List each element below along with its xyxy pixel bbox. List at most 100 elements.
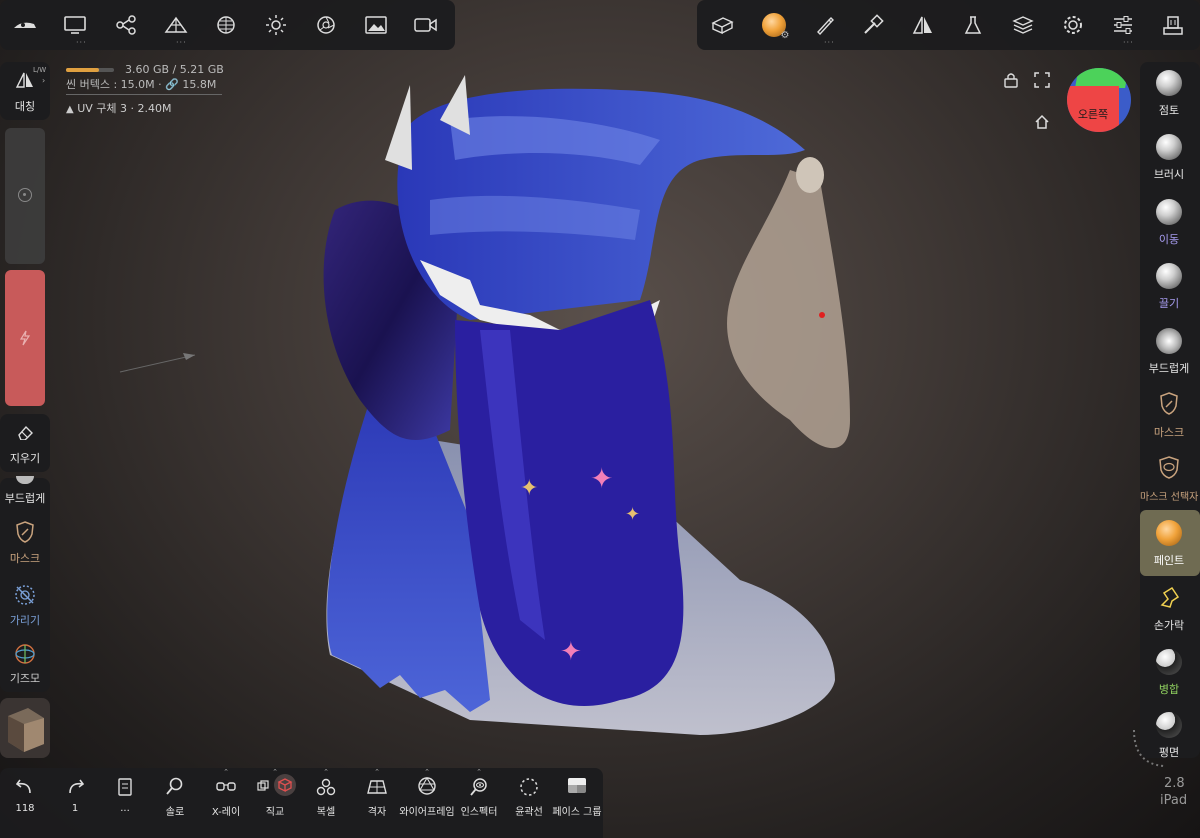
- hide-tool[interactable]: 가리기: [0, 577, 50, 633]
- video-icon[interactable]: [411, 12, 441, 38]
- share-icon[interactable]: [111, 12, 141, 38]
- voxel-button[interactable]: ⌃ 복셀: [305, 768, 347, 830]
- tool-clay[interactable]: 점토: [1140, 62, 1198, 124]
- brush-more[interactable]: ···: [824, 38, 835, 47]
- tool-smooth[interactable]: 부드럽게: [1140, 320, 1198, 382]
- corner-arc-icon: [1133, 729, 1165, 767]
- hide-label: 가리기: [9, 614, 41, 627]
- tool-mask-label: 마스크: [1153, 426, 1185, 439]
- brush-icon[interactable]: [809, 12, 839, 38]
- menu-icon: [118, 778, 132, 796]
- image-icon[interactable]: [361, 12, 391, 38]
- display-more[interactable]: ···: [76, 38, 87, 47]
- wireframe-button[interactable]: ⌃ 와이어프레임: [398, 768, 456, 830]
- flask-icon[interactable]: [958, 12, 988, 38]
- object-thumbnail[interactable]: [0, 698, 50, 758]
- view-cube[interactable]: 오른쪽: [1067, 68, 1131, 132]
- tool-clay-label: 점토: [1158, 104, 1180, 117]
- ortho-cube-icon: [274, 774, 296, 796]
- intensity-slider[interactable]: [5, 270, 45, 406]
- mesh-small-icon: ▲: [66, 104, 74, 115]
- ortho-copy-icon: [257, 780, 269, 791]
- wireframe-icon: [418, 776, 436, 795]
- object-info: ▲ UV 구체 3 · 2.40M: [66, 102, 172, 115]
- tube-icon[interactable]: [858, 12, 888, 38]
- xray-button[interactable]: ⌃ X-레이: [205, 768, 247, 830]
- outline-button[interactable]: 윤곽선: [508, 768, 550, 830]
- inspector-label: 인스펙터: [460, 807, 498, 818]
- settings-icon[interactable]: [1058, 12, 1088, 38]
- tool-merge-label: 병합: [1158, 683, 1180, 696]
- mask-selector-icon: [1159, 456, 1179, 479]
- svg-text:✦: ✦: [590, 462, 613, 495]
- layers-icon[interactable]: [1008, 12, 1038, 38]
- symmetry-icon[interactable]: [908, 12, 938, 38]
- xray-caret-icon: ⌃: [223, 768, 229, 776]
- grid-floor-icon: [367, 780, 387, 794]
- tool-brush[interactable]: 브러시: [1140, 126, 1198, 188]
- memory-text: 3.60 GB / 5.21 GB: [125, 63, 224, 76]
- inspector-icon: [470, 778, 487, 796]
- tool-finger-label: 손가락: [1153, 619, 1185, 632]
- menu-button[interactable]: ...: [105, 768, 145, 830]
- tool-mask-selector[interactable]: 마스크 선택자: [1140, 448, 1198, 510]
- tool-drag[interactable]: 끌기: [1140, 255, 1198, 317]
- wireframe-label: 와이어프레임: [399, 807, 455, 818]
- light-icon[interactable]: [261, 12, 291, 38]
- mask-label: 마스크: [9, 552, 41, 565]
- grid-button[interactable]: ⌃ 격자: [355, 768, 399, 830]
- smooth-label: 부드럽게: [4, 492, 46, 505]
- undo-button[interactable]: 118: [5, 768, 45, 830]
- ortho-button[interactable]: ⌃ 직교: [252, 768, 298, 830]
- sliders-more[interactable]: ···: [1123, 38, 1134, 47]
- smooth-tool[interactable]: 부드럽게: [0, 476, 50, 508]
- voxel-label: 복셀: [316, 807, 336, 818]
- inspector-button[interactable]: ⌃ 인스펙터: [458, 768, 500, 830]
- gizmo-box-icon[interactable]: [707, 12, 737, 38]
- redo-count: 1: [71, 803, 79, 814]
- symmetry-arrow-icon: ›: [42, 76, 46, 85]
- wireframe-caret-icon: ⌃: [424, 768, 430, 776]
- stats-divider: [66, 94, 222, 95]
- aperture-icon[interactable]: [311, 12, 341, 38]
- fullscreen-icon[interactable]: [1032, 70, 1052, 90]
- tool-paint[interactable]: 페인트: [1140, 512, 1198, 574]
- mesh-more[interactable]: ···: [176, 38, 187, 47]
- tool-mask[interactable]: 마스크: [1140, 384, 1198, 446]
- tool-brush-label: 브러시: [1153, 168, 1185, 181]
- tool-finger[interactable]: 손가락: [1140, 577, 1198, 639]
- facegroup-button[interactable]: 페이스 그룹: [552, 768, 602, 830]
- move-icon: [1156, 199, 1182, 225]
- grid-icon[interactable]: [211, 12, 241, 38]
- svg-text:✦: ✦: [520, 476, 538, 501]
- tool-move-label: 이동: [1158, 233, 1180, 246]
- lock-icon[interactable]: [1001, 70, 1021, 90]
- solo-label: 솔로: [165, 807, 185, 818]
- scene-icon[interactable]: [10, 12, 40, 38]
- outline-label: 윤곽선: [515, 807, 543, 818]
- display-icon[interactable]: [60, 12, 90, 38]
- eraser-tool[interactable]: 지우기: [0, 414, 50, 472]
- tool-merge[interactable]: 병합: [1140, 641, 1198, 703]
- eraser-label: 지우기: [9, 452, 41, 465]
- glasses-icon: [216, 782, 236, 791]
- tool-mask-selector-label: 마스크 선택자: [1140, 492, 1199, 503]
- sliders-icon[interactable]: [1108, 12, 1138, 38]
- facegroup-icon: [568, 778, 586, 793]
- symmetry-tool[interactable]: L/W › 대칭: [0, 62, 50, 120]
- solo-button[interactable]: 솔로: [155, 768, 195, 830]
- gizmo-tool[interactable]: 기즈모: [0, 638, 50, 692]
- tool-move[interactable]: 이동: [1140, 191, 1198, 253]
- mesh-icon[interactable]: [161, 12, 191, 38]
- search-icon: [166, 777, 183, 795]
- inspector-caret-icon: ⌃: [476, 768, 482, 776]
- paint-icon: [1156, 520, 1182, 546]
- svg-text:✦: ✦: [625, 504, 640, 525]
- undo-icon: [16, 779, 31, 794]
- mask-tool[interactable]: 마스크: [0, 515, 50, 571]
- stamp-icon[interactable]: [1158, 12, 1188, 38]
- home-icon[interactable]: [1032, 112, 1052, 132]
- radius-slider[interactable]: [5, 128, 45, 264]
- redo-button[interactable]: 1: [55, 768, 95, 830]
- symmetry-label: 대칭: [14, 100, 36, 113]
